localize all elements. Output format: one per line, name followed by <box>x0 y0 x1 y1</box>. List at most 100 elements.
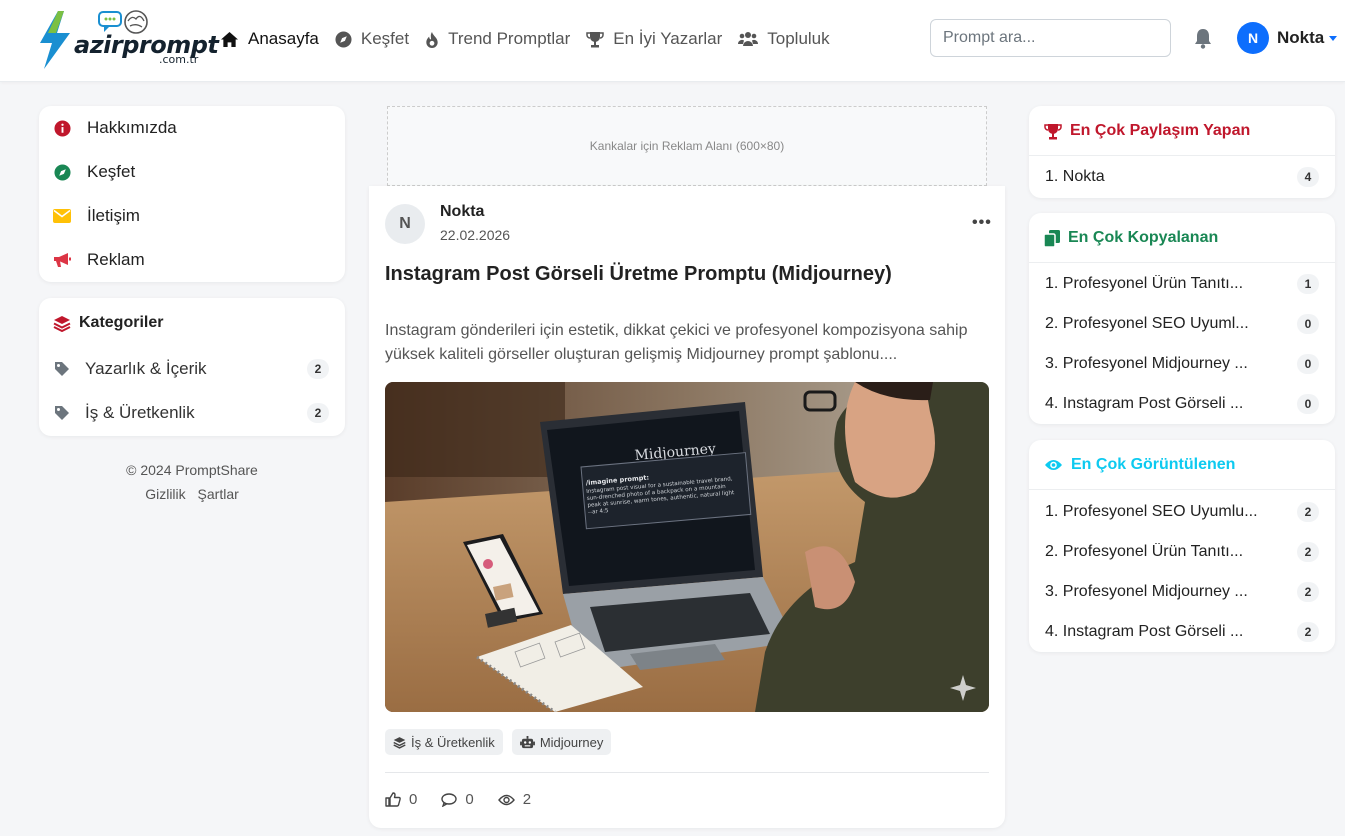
most-copied-title-text: En Çok Kopyalanan <box>1068 229 1219 246</box>
most-viewed-card: En Çok Görüntülenen 1. Profesyonel SEO U… <box>1029 440 1335 652</box>
eye-icon <box>497 794 515 805</box>
most-copied-item[interactable]: 1. Profesyonel Ürün Tanıtı... 1 <box>1045 272 1319 296</box>
post-date: 22.02.2026 <box>440 227 511 243</box>
copy-icon <box>1044 229 1060 247</box>
divider <box>385 772 989 773</box>
megaphone-icon <box>54 253 71 267</box>
count-badge: 2 <box>1297 622 1319 642</box>
top-sharer-label: 1. Nokta <box>1045 168 1105 185</box>
tag-label: Midjourney <box>539 734 604 750</box>
nav-discover[interactable]: Keşfet <box>335 29 409 49</box>
nav-top-authors-label: En İyi Yazarlar <box>613 29 723 48</box>
like-count: 0 <box>409 791 418 808</box>
most-copied-item[interactable]: 4. Instagram Post Görseli ... 0 <box>1045 392 1319 416</box>
post-author[interactable]: Nokta <box>440 203 484 221</box>
copyright-text: © 2024 PromptShare <box>126 462 258 478</box>
most-copied-item[interactable]: 3. Profesyonel Midjourney ... 0 <box>1045 352 1319 376</box>
count-badge: 2 <box>1297 502 1319 522</box>
categories-card: Kategoriler Yazarlık & İçerik 2 İş & Üre… <box>39 298 345 436</box>
view-count: 2 <box>522 791 532 808</box>
count-badge: 0 <box>1297 394 1319 414</box>
nav-home[interactable]: Anasayfa <box>220 29 319 49</box>
divider <box>1029 155 1335 156</box>
sidebar-item-label: Keşfet <box>87 162 136 181</box>
categories-title-text: Kategoriler <box>79 314 164 331</box>
category-item[interactable]: Yazarlık & İçerik 2 <box>53 352 329 386</box>
count-badge: 0 <box>1297 354 1319 374</box>
sidebar-menu: Hakkımızda Keşfet İletişim Reklam <box>39 106 345 282</box>
most-viewed-item[interactable]: 4. Instagram Post Görseli ... 2 <box>1045 620 1319 644</box>
sidebar-item-discover[interactable]: Keşfet <box>53 150 135 194</box>
privacy-link[interactable]: Gizlilik <box>145 486 185 502</box>
author-avatar[interactable]: N <box>385 204 425 244</box>
tag-category[interactable]: İş & Üretkenlik <box>385 729 503 755</box>
user-avatar: N <box>1237 22 1269 54</box>
category-count-badge: 2 <box>307 403 329 423</box>
category-item[interactable]: İş & Üretkenlik 2 <box>53 396 329 430</box>
count-badge: 2 <box>1297 542 1319 562</box>
sidebar-item-about[interactable]: Hakkımızda <box>53 106 177 150</box>
ad-banner[interactable]: Kankalar için Reklam Alanı (600×80) <box>387 106 987 186</box>
trophy-icon <box>586 31 605 47</box>
item-label: 2. Profesyonel Ürün Tanıtı... <box>1045 543 1244 560</box>
comment-button[interactable]: 0 <box>441 791 474 808</box>
logo-subtext: .com.tr <box>159 53 199 66</box>
sidebar-item-contact[interactable]: İletişim <box>53 194 140 238</box>
nav-trending-label: Trend Promptlar <box>448 29 571 48</box>
layers-icon <box>53 315 71 332</box>
most-copied-item[interactable]: 2. Profesyonel SEO Uyuml... 0 <box>1045 312 1319 336</box>
footer-links: Gizlilik Şartlar <box>39 486 345 502</box>
post-image[interactable]: Midjourney /imagine prompt: Instagram po… <box>385 382 989 712</box>
user-menu[interactable]: N Nokta <box>1237 22 1338 54</box>
ad-container: Kankalar için Reklam Alanı (600×80) <box>369 98 1005 186</box>
compass-icon <box>53 163 71 181</box>
category-label: İş & Üretkenlik <box>85 403 195 422</box>
envelope-icon <box>53 209 71 223</box>
post-image-illustration: Midjourney /imagine prompt: Instagram po… <box>385 382 989 712</box>
nav-community[interactable]: Topluluk <box>738 29 830 49</box>
terms-link[interactable]: Şartlar <box>198 486 239 502</box>
category-label: Yazarlık & İçerik <box>85 359 207 378</box>
item-label: 1. Profesyonel Ürün Tanıtı... <box>1045 275 1244 292</box>
count-badge: 2 <box>1297 582 1319 602</box>
home-icon <box>221 31 238 47</box>
count-badge: 0 <box>1297 314 1319 334</box>
most-viewed-item[interactable]: 3. Profesyonel Midjourney ... 2 <box>1045 580 1319 604</box>
sidebar-item-ads[interactable]: Reklam <box>53 238 145 282</box>
top-sharers-title: En Çok Paylaşım Yapan <box>1044 122 1250 140</box>
layers-icon <box>393 736 406 749</box>
tag-model[interactable]: Midjourney <box>511 729 612 755</box>
post-title[interactable]: Instagram Post Görseli Üretme Promptu (M… <box>385 263 985 286</box>
eye-icon <box>1045 460 1062 470</box>
nav-home-label: Anasayfa <box>248 29 319 48</box>
nav-trending[interactable]: Trend Promptlar <box>425 29 570 49</box>
count-badge: 1 <box>1297 274 1319 294</box>
tag-label: İş & Üretkenlik <box>411 734 495 750</box>
most-viewed-item[interactable]: 1. Profesyonel SEO Uyumlu... 2 <box>1045 500 1319 524</box>
comment-icon <box>441 792 458 807</box>
top-sharer-item[interactable]: 1. Nokta 4 <box>1045 165 1319 189</box>
nav-top-authors[interactable]: En İyi Yazarlar <box>586 29 722 49</box>
sidebar-item-label: İletişim <box>87 206 140 225</box>
item-label: 1. Profesyonel SEO Uyumlu... <box>1045 503 1258 520</box>
like-button[interactable]: 0 <box>385 791 417 808</box>
item-label: 3. Profesyonel Midjourney ... <box>1045 583 1248 600</box>
most-copied-card: En Çok Kopyalanan 1. Profesyonel Ürün Ta… <box>1029 213 1335 424</box>
search-input[interactable] <box>930 19 1171 57</box>
category-count-badge: 2 <box>307 359 329 379</box>
item-label: 2. Profesyonel SEO Uyuml... <box>1045 315 1249 332</box>
divider <box>1029 489 1335 490</box>
users-icon <box>738 32 759 46</box>
most-viewed-item[interactable]: 2. Profesyonel Ürün Tanıtı... 2 <box>1045 540 1319 564</box>
top-sharers-title-text: En Çok Paylaşım Yapan <box>1070 122 1251 139</box>
site-logo[interactable]: azirprompt .com.tr <box>38 9 219 69</box>
bell-icon[interactable] <box>1193 27 1213 49</box>
caret-down-icon <box>1329 35 1338 41</box>
lightning-bolt-icon <box>40 11 70 69</box>
more-options-icon[interactable]: ••• <box>972 214 992 232</box>
most-viewed-title: En Çok Görüntülenen <box>1044 456 1235 474</box>
divider <box>1029 262 1335 263</box>
nav-community-label: Topluluk <box>767 29 830 48</box>
item-label: 4. Instagram Post Görseli ... <box>1045 395 1244 412</box>
compass-icon <box>335 30 352 48</box>
